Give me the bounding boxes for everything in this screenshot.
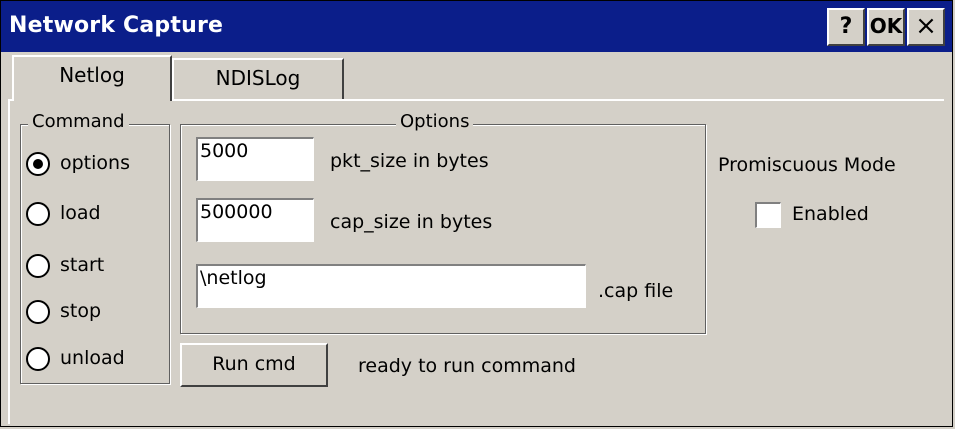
window-title: Network Capture [9,13,224,38]
promiscuous-enabled-checkbox[interactable] [755,202,781,228]
radio-label: start [60,254,105,276]
radio-selected-dot [33,159,43,169]
help-button[interactable]: ? [827,8,865,46]
tab-netlog[interactable]: Netlog [12,55,172,101]
tab-panel-border-left [8,99,10,424]
cap-size-input[interactable]: 500000 [196,198,314,242]
tab-ndislog[interactable]: NDISLog [172,58,344,100]
radio-label: unload [60,347,125,369]
radio-label: stop [60,300,102,322]
radio-button[interactable] [26,347,50,371]
status-text: ready to run command [358,355,576,377]
options-group-label: Options [396,111,474,132]
cap-size-label: cap_size in bytes [330,211,493,233]
cap-file-input[interactable]: \netlog [196,264,586,308]
radio-button[interactable] [26,202,50,226]
radio-button[interactable] [26,300,50,324]
cap-file-label: .cap file [598,280,674,302]
radio-button[interactable] [26,152,50,176]
title-bar: Network Capture ? OK × [1,1,952,52]
promiscuous-enabled-label: Enabled [792,203,869,225]
close-button[interactable]: × [907,8,945,46]
command-group-label: Command [28,111,129,132]
ok-button[interactable]: OK [867,8,905,46]
pkt-size-input[interactable]: 5000 [196,137,314,181]
radio-label: options [60,152,130,174]
promiscuous-mode-heading: Promiscuous Mode [718,154,896,176]
radio-label: load [60,202,101,224]
radio-button[interactable] [26,254,50,278]
run-cmd-button[interactable]: Run cmd [180,343,328,387]
pkt-size-label: pkt_size in bytes [330,150,489,172]
